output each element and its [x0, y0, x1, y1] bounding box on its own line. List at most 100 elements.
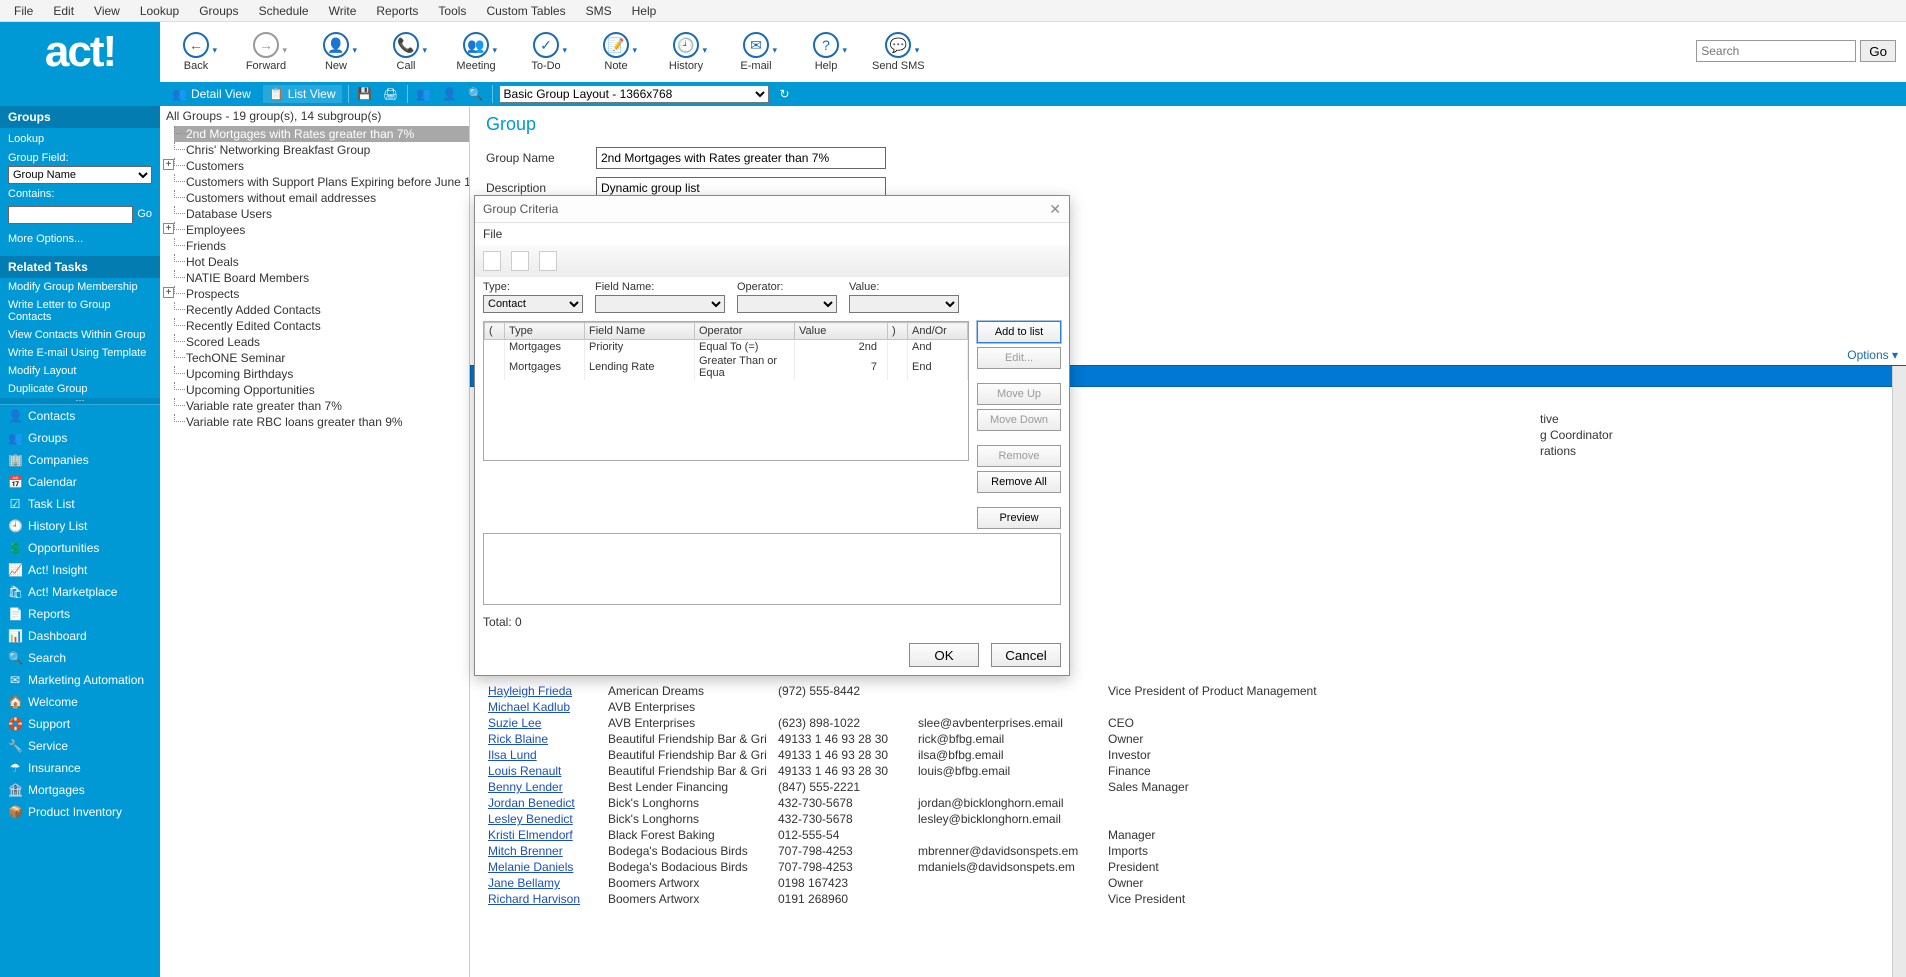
related-modify-layout[interactable]: Modify Layout [0, 362, 160, 380]
new-button[interactable]: 👤▾New [312, 32, 360, 72]
menu-help[interactable]: Help [622, 4, 667, 18]
contact-row[interactable]: Mitch BrennerBodega's Bodacious Birds707… [488, 843, 1327, 859]
dialog-file-menu[interactable]: File [475, 222, 1069, 245]
menu-tools[interactable]: Tools [428, 4, 476, 18]
cancel-button[interactable]: Cancel [991, 643, 1061, 667]
tree-item[interactable]: Variable rate RBC loans greater than 9% [174, 414, 469, 430]
nav-contacts[interactable]: 👤Contacts [0, 405, 160, 427]
email-button[interactable]: ✉▾E-mail [732, 32, 780, 72]
criteria-grid[interactable]: ( Type Field Name Operator Value ) And/O… [483, 321, 969, 461]
contact-link[interactable]: Lesley Benedict [488, 812, 573, 826]
expand-icon[interactable]: + [163, 287, 174, 298]
add-to-list-button[interactable]: Add to list [977, 321, 1061, 343]
criteria-row[interactable]: MortgagesLending RateGreater Than or Equ… [485, 354, 968, 380]
menu-lookup[interactable]: Lookup [130, 4, 189, 18]
criteria-row[interactable]: MortgagesPriorityEqual To (=)2ndAnd [485, 340, 968, 355]
col-andor[interactable]: And/Or [908, 323, 968, 340]
note-button[interactable]: 📝▾Note [592, 32, 640, 72]
menu-file[interactable]: File [4, 4, 43, 18]
col-field[interactable]: Field Name [585, 323, 695, 340]
contact-row[interactable]: Hayleigh FriedaAmerican Dreams(972) 555-… [488, 683, 1327, 699]
move-up-button[interactable]: Move Up [977, 383, 1061, 405]
options-menu[interactable]: Options ▾ [1847, 348, 1898, 362]
nav-history-list[interactable]: 🕘History List [0, 515, 160, 537]
menu-groups[interactable]: Groups [189, 4, 248, 18]
detail-view-tab[interactable]: 👥 Detail View [166, 85, 257, 103]
contact-row[interactable]: Benny LenderBest Lender Financing(847) 5… [488, 779, 1327, 795]
tree-item[interactable]: +Customers [174, 158, 469, 174]
remove-button[interactable]: Remove [977, 445, 1061, 467]
tree-item[interactable]: Database Users [174, 206, 469, 222]
tree-item[interactable]: Customers with Support Plans Expiring be… [174, 174, 469, 190]
contact-row[interactable]: Suzie LeeAVB Enterprises(623) 898-1022sl… [488, 715, 1327, 731]
nav-companies[interactable]: 🏢Companies [0, 449, 160, 471]
nav-search[interactable]: 🔍Search [0, 647, 160, 669]
contact-row[interactable]: Melanie DanielsBodega's Bodacious Birds7… [488, 859, 1327, 875]
contact-link[interactable]: Melanie Daniels [488, 860, 573, 874]
meeting-button[interactable]: 👥▾Meeting [452, 32, 500, 72]
contact-row[interactable]: Richard HarvisonBoomers Artworx0191 2689… [488, 891, 1327, 907]
related-write-e-mail-using-template[interactable]: Write E-mail Using Template [0, 344, 160, 362]
nav-product-inventory[interactable]: 📦Product Inventory [0, 801, 160, 823]
tree-item[interactable]: +Employees [174, 222, 469, 238]
menu-reports[interactable]: Reports [366, 4, 428, 18]
tree-item[interactable]: Upcoming Opportunities [174, 382, 469, 398]
menu-view[interactable]: View [84, 4, 130, 18]
tree-item[interactable]: Variable rate greater than 7% [174, 398, 469, 414]
tree-item[interactable]: Scored Leads [174, 334, 469, 350]
group-field-select[interactable]: Group Name [8, 166, 152, 184]
type-select[interactable]: Contact [483, 295, 583, 313]
tree-item[interactable]: Customers without email addresses [174, 190, 469, 206]
save-icon[interactable]: 💾 [355, 87, 375, 101]
nav-insurance[interactable]: ☂Insurance [0, 757, 160, 779]
forward-button[interactable]: →▾Forward [242, 32, 290, 72]
nav-service[interactable]: 🔧Service [0, 735, 160, 757]
back-button[interactable]: ←▾Back [172, 32, 220, 72]
search-input[interactable] [1696, 40, 1856, 62]
nav-task-list[interactable]: ☑Task List [0, 493, 160, 515]
tree-item[interactable]: NATIE Board Members [174, 270, 469, 286]
contact-link[interactable]: Ilsa Lund [488, 748, 537, 762]
col-type[interactable]: Type [505, 323, 585, 340]
related-view-contacts-within-group[interactable]: View Contacts Within Group [0, 326, 160, 344]
col-operator[interactable]: Operator [695, 323, 795, 340]
nav-act-marketplace[interactable]: 🛍Act! Marketplace [0, 581, 160, 603]
preview-button[interactable]: Preview [977, 507, 1061, 529]
user-icon[interactable]: 👤 [440, 87, 460, 101]
lookup-link[interactable]: Lookup [8, 130, 152, 148]
menu-write[interactable]: Write [319, 4, 367, 18]
tree-item[interactable]: Friends [174, 238, 469, 254]
contains-go-button[interactable]: Go [137, 204, 152, 224]
history-button[interactable]: 🕘▾History [662, 32, 710, 72]
edit-button[interactable]: Edit... [977, 347, 1061, 369]
contact-link[interactable]: Benny Lender [488, 780, 563, 794]
remove-all-button[interactable]: Remove All [977, 471, 1061, 493]
contact-row[interactable]: Kristi ElmendorfBlack Forest Baking012-5… [488, 827, 1327, 843]
refresh-icon[interactable]: ↻ [775, 87, 795, 101]
operator-select[interactable] [737, 295, 837, 313]
contact-link[interactable]: Mitch Brenner [488, 844, 563, 858]
new-file-icon[interactable] [483, 251, 501, 271]
nav-act-insight[interactable]: 📈Act! Insight [0, 559, 160, 581]
menu-sms[interactable]: SMS [576, 4, 622, 18]
tree-item[interactable]: +Prospects [174, 286, 469, 302]
contact-row[interactable]: Ilsa LundBeautiful Friendship Bar & Gri4… [488, 747, 1327, 763]
nav-groups[interactable]: 👥Groups [0, 427, 160, 449]
nav-support[interactable]: 🛟Support [0, 713, 160, 735]
scrollbar[interactable] [1892, 366, 1906, 977]
nav-mortgages[interactable]: 🏦Mortgages [0, 779, 160, 801]
nav-marketing-automation[interactable]: ✉Marketing Automation [0, 669, 160, 691]
contact-link[interactable]: Hayleigh Frieda [488, 684, 572, 698]
tree-item[interactable]: Recently Edited Contacts [174, 318, 469, 334]
menu-custom-tables[interactable]: Custom Tables [476, 4, 575, 18]
contains-input[interactable] [8, 206, 133, 224]
tree-item[interactable]: 2nd Mortgages with Rates greater than 7% [174, 126, 469, 142]
contact-row[interactable]: Louis RenaultBeautiful Friendship Bar & … [488, 763, 1327, 779]
value-select[interactable] [849, 295, 959, 313]
ok-button[interactable]: OK [909, 643, 979, 667]
tree-item[interactable]: Hot Deals [174, 254, 469, 270]
expand-icon[interactable]: + [163, 159, 174, 170]
nav-opportunities[interactable]: 💲Opportunities [0, 537, 160, 559]
contact-link[interactable]: Rick Blaine [488, 732, 548, 746]
col-open[interactable]: ( [485, 323, 505, 340]
